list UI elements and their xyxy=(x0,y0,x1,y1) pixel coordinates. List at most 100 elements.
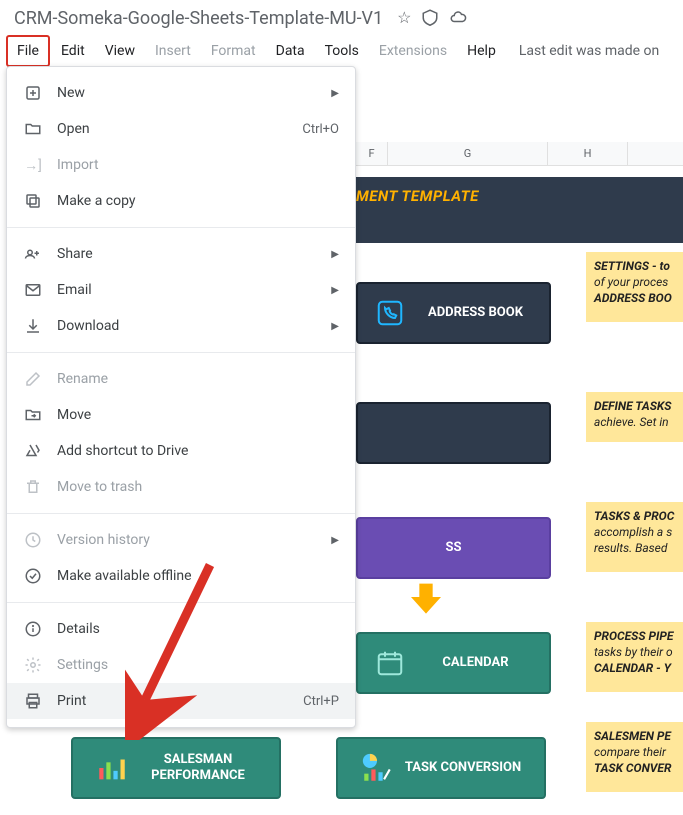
chevron-right-icon: ▶ xyxy=(331,285,339,296)
template-subheader xyxy=(356,215,683,243)
menu-rename[interactable]: Rename xyxy=(7,361,355,397)
template-header-text: MENT TEMPLATE xyxy=(356,187,479,205)
menu-move[interactable]: Move xyxy=(7,397,355,433)
download-icon xyxy=(23,316,43,336)
chevron-right-icon: ▶ xyxy=(331,321,339,332)
menu-item-label: Print xyxy=(57,693,289,709)
menu-item-label: Version history xyxy=(57,532,317,548)
menu-help[interactable]: Help xyxy=(458,37,505,65)
menu-file[interactable]: File xyxy=(6,35,50,67)
history-icon xyxy=(23,530,43,550)
menu-item-label: Open xyxy=(57,121,288,137)
menu-item-label: Move to trash xyxy=(57,479,339,495)
menu-item-label: Rename xyxy=(57,371,339,387)
print-icon xyxy=(23,691,43,711)
pie-bar-icon xyxy=(359,750,395,786)
share-icon xyxy=(23,244,43,264)
menu-insert[interactable]: Insert xyxy=(146,37,200,65)
tile-label: SS xyxy=(445,540,461,556)
menu-trash[interactable]: Move to trash xyxy=(7,469,355,505)
tile-address-book[interactable]: ADDRESS BOOK xyxy=(356,282,551,344)
drive-shortcut-icon xyxy=(23,441,43,461)
chevron-right-icon: ▶ xyxy=(331,88,339,99)
chevron-right-icon: ▶ xyxy=(331,535,339,546)
tile-define-tasks[interactable] xyxy=(356,402,551,464)
chevron-right-icon: ▶ xyxy=(331,249,339,260)
menu-item-label: Email xyxy=(57,282,317,298)
template-header: MENT TEMPLATE xyxy=(356,177,683,215)
info-icon xyxy=(23,619,43,639)
import-icon: →] xyxy=(23,155,43,175)
tile-tasks-process[interactable]: SS xyxy=(356,517,551,579)
offline-icon xyxy=(23,566,43,586)
menu-import[interactable]: →] Import xyxy=(7,147,355,183)
tile-calendar[interactable]: CALENDAR xyxy=(356,632,551,694)
email-icon xyxy=(23,280,43,300)
menu-details[interactable]: Details xyxy=(7,611,355,647)
tile-salesman-performance[interactable]: SALESMAN PERFORMANCE xyxy=(71,737,281,799)
menu-view[interactable]: View xyxy=(96,37,144,65)
menu-print[interactable]: Print Ctrl+P xyxy=(7,683,355,719)
bar-chart-icon xyxy=(94,750,130,786)
menu-separator xyxy=(7,513,355,514)
menu-item-label: Import xyxy=(57,157,339,173)
menu-new[interactable]: New ▶ xyxy=(7,75,355,111)
menu-email[interactable]: Email ▶ xyxy=(7,272,355,308)
menu-extensions[interactable]: Extensions xyxy=(370,37,456,65)
menu-item-label: Make available offline xyxy=(57,568,339,584)
col-header[interactable]: G xyxy=(388,142,548,165)
last-edit-text[interactable]: Last edit was made on xyxy=(519,43,659,59)
menu-separator xyxy=(7,227,355,228)
gear-icon xyxy=(23,655,43,675)
note-tasks: TASKS & PROC accomplish a s results. Bas… xyxy=(586,502,683,572)
down-arrow-icon xyxy=(406,577,446,617)
tile-label: TASK CONVERSION xyxy=(403,760,523,776)
menu-item-label: Make a copy xyxy=(57,193,339,209)
menu-item-label: Download xyxy=(57,318,317,334)
menu-shortcut: Ctrl+P xyxy=(303,694,339,709)
menu-item-label: Add shortcut to Drive xyxy=(57,443,339,459)
note-define: DEFINE TASKS achieve. Set in xyxy=(586,392,683,442)
folder-icon xyxy=(23,119,43,139)
rename-icon xyxy=(23,369,43,389)
menu-download[interactable]: Download ▶ xyxy=(7,308,355,344)
title-icons: ☆ xyxy=(397,8,467,30)
col-header[interactable]: H xyxy=(548,142,628,165)
cloud-icon[interactable] xyxy=(449,8,467,30)
phone-icon xyxy=(372,295,408,331)
tile-label: ADDRESS BOOK xyxy=(416,305,536,321)
note-salesmen: SALESMEN PE compare their TASK CONVER xyxy=(586,722,683,792)
document-title[interactable]: CRM-Someka-Google-Sheets-Template-MU-V1 xyxy=(10,6,387,31)
title-bar: CRM-Someka-Google-Sheets-Template-MU-V1 … xyxy=(0,0,683,33)
menu-item-label: Share xyxy=(57,246,317,262)
menu-open[interactable]: Open Ctrl+O xyxy=(7,111,355,147)
menu-item-label: Move xyxy=(57,407,339,423)
menu-shortcut: Ctrl+O xyxy=(302,122,339,137)
menu-edit[interactable]: Edit xyxy=(52,37,94,65)
column-headers: F G H xyxy=(356,142,683,166)
menu-item-label: Settings xyxy=(57,657,339,673)
menu-offline[interactable]: Make available offline xyxy=(7,558,355,594)
col-header[interactable]: F xyxy=(356,142,388,165)
menu-data[interactable]: Data xyxy=(267,37,314,65)
tile-label: CALENDAR xyxy=(416,655,536,671)
new-icon xyxy=(23,83,43,103)
calendar-icon xyxy=(372,645,408,681)
tile-label: SALESMAN PERFORMANCE xyxy=(138,752,258,783)
menu-make-copy[interactable]: Make a copy xyxy=(7,183,355,219)
trash-icon xyxy=(23,477,43,497)
menu-share[interactable]: Share ▶ xyxy=(7,236,355,272)
menu-version-history[interactable]: Version history ▶ xyxy=(7,522,355,558)
menu-tools[interactable]: Tools xyxy=(316,37,368,65)
menu-settings[interactable]: Settings xyxy=(7,647,355,683)
move-folder-icon xyxy=(23,405,43,425)
menu-item-label: Details xyxy=(57,621,339,637)
menu-format[interactable]: Format xyxy=(202,37,265,65)
tile-task-conversion[interactable]: TASK CONVERSION xyxy=(336,737,546,799)
menu-add-shortcut[interactable]: Add shortcut to Drive xyxy=(7,433,355,469)
file-dropdown: New ▶ Open Ctrl+O →] Import Make a copy … xyxy=(6,66,356,728)
note-settings: SETTINGS - to of your proces ADDRESS BOO xyxy=(586,252,683,322)
move-icon[interactable] xyxy=(421,8,439,30)
star-icon[interactable]: ☆ xyxy=(397,8,411,30)
note-pipeline: PROCESS PIPE tasks by their o CALENDAR -… xyxy=(586,622,683,692)
